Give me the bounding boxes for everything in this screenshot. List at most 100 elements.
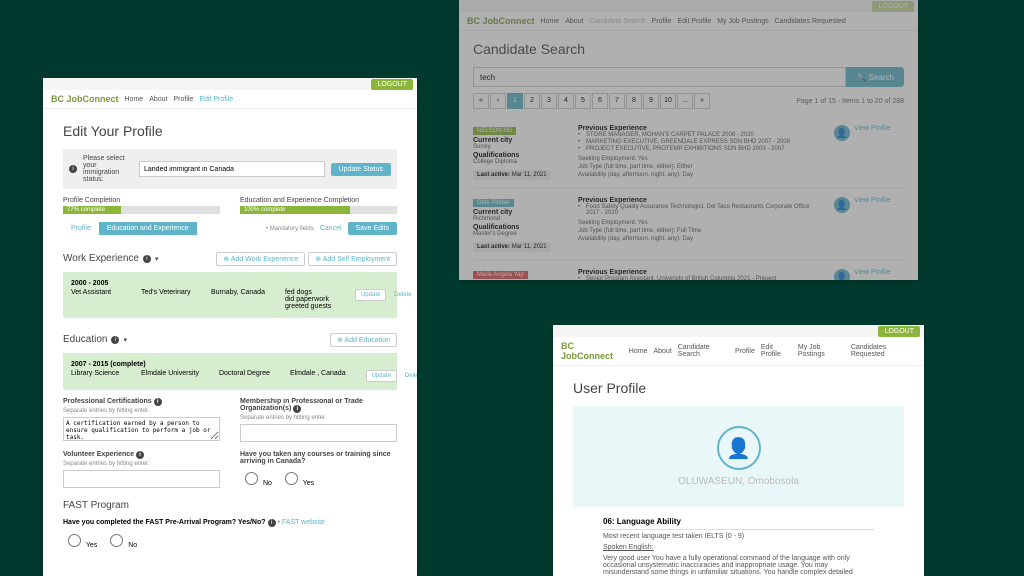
logout-button[interactable]: LOGOUT [878, 326, 920, 337]
page-info: Page 1 of 15 - Items 1 to 20 of 288 [796, 98, 904, 105]
membership-label: Membership in Professional or Trade Orga… [240, 398, 397, 413]
courses-no[interactable]: No [240, 469, 272, 487]
nav-home[interactable]: Home [541, 18, 560, 25]
view-profile-link[interactable]: View Profile [854, 197, 891, 204]
work-card: 2000 - 2005 Vet Assistant Ted's Veterina… [63, 272, 397, 318]
nav-candidates-requested[interactable]: Candidates Requested [851, 344, 916, 358]
search-button[interactable]: 🔍 Search [846, 67, 904, 87]
update-edu-button[interactable]: Update [366, 370, 397, 382]
nav-edit-profile[interactable]: Edit Profile [677, 18, 711, 25]
recent-test: Most recent language test taken IELTS (0… [603, 533, 874, 540]
view-profile-link[interactable]: View Profile [854, 269, 891, 276]
page-10[interactable]: 10 [660, 93, 676, 109]
qual-label: Qualifications [473, 152, 568, 159]
cert-input[interactable]: A certification earned by a person to en… [63, 417, 220, 441]
view-profile-link[interactable]: View Profile [854, 125, 891, 132]
tab-education[interactable]: Education and Experience [99, 222, 197, 235]
edu-completion-label: Education and Experience Completion [240, 197, 397, 204]
nav-candidates-requested[interactable]: Candidates Requested [775, 18, 846, 25]
info-icon: i [268, 519, 276, 527]
page-1[interactable]: 1 [507, 93, 523, 109]
logout-button[interactable]: LOGOUT [872, 1, 914, 12]
page-first[interactable]: « [473, 93, 489, 109]
add-work-button[interactable]: ⊕ Add Work Experience [216, 252, 305, 266]
cancel-link[interactable]: Cancel [320, 225, 342, 232]
add-education-button[interactable]: ⊕ Add Education [330, 333, 397, 347]
page-8[interactable]: 8 [626, 93, 642, 109]
delete-edu-button[interactable]: Delete [399, 372, 417, 380]
page-7[interactable]: 7 [609, 93, 625, 109]
spoken-heading: Spoken English: [603, 544, 874, 551]
nav-profile[interactable]: Profile [173, 96, 193, 103]
membership-sublabel: Separate entries by hitting enter. [240, 415, 397, 421]
nav: BC JobConnect Home About Profile Edit Pr… [43, 90, 417, 109]
fast-yes[interactable]: Yes [63, 531, 97, 549]
nav-candidate-search[interactable]: Candidate Search [678, 344, 729, 358]
page-next[interactable]: » [694, 93, 710, 109]
seeking: Seeking Employment: Yes [578, 220, 824, 226]
status-select[interactable] [139, 161, 325, 177]
profile-name: OLUWASEUN, Omobosola [593, 476, 884, 487]
nav-home[interactable]: Home [629, 348, 648, 355]
nav-about[interactable]: About [565, 18, 583, 25]
exp-bullet: Food Safety Quality Assurance Technologi… [578, 204, 824, 216]
volunteer-input[interactable] [63, 470, 220, 488]
edu-completion-bar: 100% complete [240, 206, 397, 214]
page-3[interactable]: 3 [541, 93, 557, 109]
nav-candidate-search[interactable]: Candidate Search [589, 18, 645, 25]
topbar: LOGOUT [459, 0, 918, 12]
nav-edit-profile[interactable]: Edit Profile [761, 344, 792, 358]
cert-sublabel: Separate entries by hitting enter. [63, 408, 220, 414]
logo: BC JobConnect [467, 16, 535, 26]
search-input[interactable] [473, 67, 846, 87]
nav-about[interactable]: About [653, 348, 671, 355]
info-icon: i [143, 255, 151, 263]
nav-profile[interactable]: Profile [652, 18, 672, 25]
delete-work-button[interactable]: Delete [388, 291, 417, 299]
city-value: Surrey [473, 144, 568, 150]
info-icon: i [154, 398, 162, 406]
work-duties: fed dogs did paperwork greeted guests [285, 289, 335, 310]
logout-button[interactable]: LOGOUT [371, 79, 413, 90]
qual-value: Master's Degree [473, 231, 568, 237]
page-prev[interactable]: ‹ [490, 93, 506, 109]
nav-profile[interactable]: Profile [735, 348, 755, 355]
work-city: Burnaby, Canada [211, 289, 265, 296]
tab-profile[interactable]: Profile [63, 222, 99, 235]
prev-exp-heading: Previous Experience [578, 197, 824, 204]
edu-dates: 2007 - 2015 (complete) [71, 361, 389, 368]
membership-input[interactable] [240, 424, 397, 442]
pagination: « ‹ 1 2 3 4 5 6 7 8 9 10 ... » [473, 93, 710, 109]
work-experience-heading: Work Experiencei▾ [63, 253, 158, 264]
info-icon: i [136, 451, 144, 459]
profile-completion-label: Profile Completion [63, 197, 220, 204]
page-2[interactable]: 2 [524, 93, 540, 109]
add-self-employment-button[interactable]: ⊕ Add Self Employment [308, 252, 397, 266]
page-5[interactable]: 5 [575, 93, 591, 109]
fast-website-link[interactable]: FAST website [282, 519, 325, 526]
logo: BC JobConnect [51, 94, 119, 104]
page-title: Edit Your Profile [63, 123, 397, 139]
nav-job-postings[interactable]: My Job Postings [717, 18, 768, 25]
page-9[interactable]: 9 [643, 93, 659, 109]
result-row: Marie Angela Yap Current city Previous E… [473, 261, 904, 280]
avatar-icon: 👤 [717, 426, 761, 470]
edu-card: 2007 - 2015 (complete) Library Science E… [63, 353, 397, 390]
page-more[interactable]: ... [677, 93, 693, 109]
courses-yes[interactable]: Yes [280, 469, 314, 487]
update-work-button[interactable]: Update [355, 289, 386, 301]
page-6[interactable]: 6 [592, 93, 608, 109]
page-4[interactable]: 4 [558, 93, 574, 109]
nav-home[interactable]: Home [125, 96, 144, 103]
nav-job-postings[interactable]: My Job Postings [798, 344, 845, 358]
nav-edit-profile[interactable]: Edit Profile [199, 96, 233, 103]
save-edits-button[interactable]: Save Edits [348, 222, 397, 235]
fast-no[interactable]: No [105, 531, 137, 549]
update-status-button[interactable]: Update Status [331, 163, 391, 176]
info-icon: i [293, 405, 301, 413]
nav-about[interactable]: About [149, 96, 167, 103]
work-company: Ted's Veterinary [141, 289, 191, 296]
edit-profile-panel: LOGOUT BC JobConnect Home About Profile … [43, 78, 417, 576]
fast-question: Have you completed the FAST Pre-Arrival … [63, 519, 266, 526]
qual-value: College Diploma [473, 159, 568, 165]
